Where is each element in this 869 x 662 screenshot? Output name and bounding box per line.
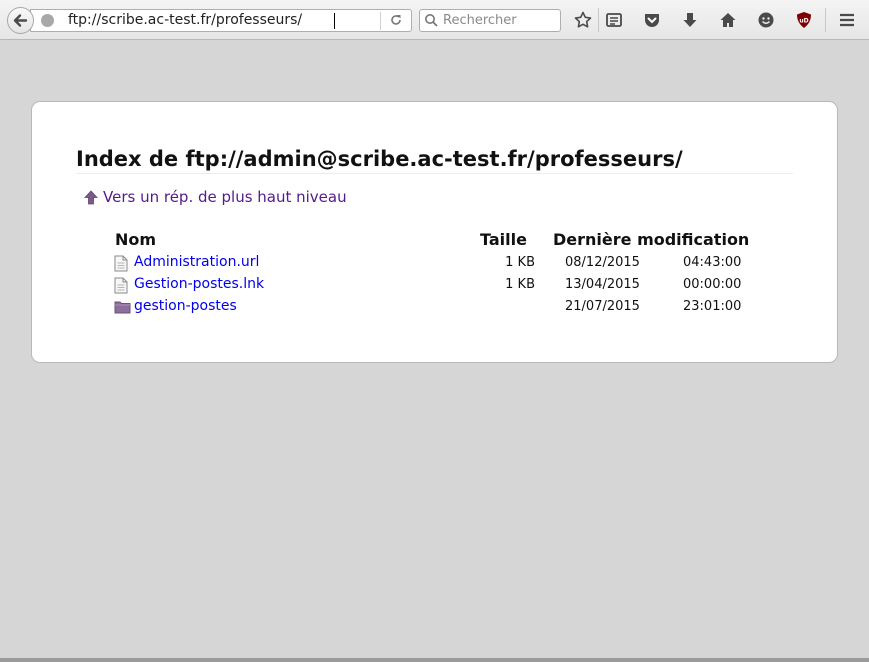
browser-toolbar: ftp://scribe.ac-test.fr/professeurs/ Rec… — [0, 0, 869, 40]
search-icon — [425, 14, 438, 27]
hamburger-menu-icon[interactable] — [837, 10, 857, 30]
up-arrow-icon — [84, 189, 98, 204]
url-separator — [380, 12, 381, 30]
file-date: 21/07/2015 — [565, 299, 640, 314]
search-field[interactable]: Rechercher — [419, 9, 561, 32]
pocket-icon[interactable] — [642, 10, 662, 30]
table-row: Gestion-postes.lnk 1 KB 13/04/2015 00:00… — [32, 275, 837, 297]
url-bar[interactable]: ftp://scribe.ac-test.fr/professeurs/ — [30, 9, 412, 32]
smiley-icon[interactable] — [756, 10, 776, 30]
folder-icon — [114, 301, 131, 314]
toolbar-separator — [598, 8, 599, 32]
file-size: 1 KB — [505, 277, 535, 292]
parent-directory-link[interactable]: Vers un rép. de plus haut niveau — [84, 188, 347, 206]
file-size: 1 KB — [505, 255, 535, 270]
window-bottom-edge — [0, 658, 869, 662]
column-header-modified[interactable]: Dernière modification — [553, 230, 749, 249]
file-link[interactable]: Gestion-postes.lnk — [134, 276, 264, 292]
folder-link[interactable]: gestion-postes — [134, 298, 237, 314]
table-row: gestion-postes 21/07/2015 23:01:00 — [32, 297, 837, 319]
file-time: 00:00:00 — [683, 277, 742, 292]
text-caret — [334, 13, 335, 29]
ublock-icon[interactable]: uD — [794, 10, 814, 30]
file-icon — [114, 277, 128, 294]
table-row: Administration.url 1 KB 08/12/2015 04:43… — [32, 253, 837, 275]
directory-listing-panel: Index de ftp://admin@scribe.ac-test.fr/p… — [31, 101, 838, 363]
reload-icon[interactable] — [389, 13, 403, 27]
title-divider — [76, 173, 793, 174]
search-placeholder: Rechercher — [443, 13, 517, 28]
file-icon — [114, 255, 128, 272]
download-icon[interactable] — [680, 10, 700, 30]
file-date: 08/12/2015 — [565, 255, 640, 270]
url-input[interactable]: ftp://scribe.ac-test.fr/professeurs/ — [68, 12, 302, 28]
page-title: Index de ftp://admin@scribe.ac-test.fr/p… — [76, 147, 683, 171]
file-link[interactable]: Administration.url — [134, 254, 259, 270]
file-time: 04:43:00 — [683, 255, 742, 270]
home-icon[interactable] — [718, 10, 738, 30]
file-time: 23:01:00 — [683, 299, 742, 314]
column-header-name[interactable]: Nom — [115, 230, 156, 249]
file-date: 13/04/2015 — [565, 277, 640, 292]
parent-directory-label: Vers un rép. de plus haut niveau — [103, 188, 347, 206]
reading-list-icon[interactable] — [604, 10, 624, 30]
globe-icon[interactable] — [41, 14, 54, 27]
bookmark-star-icon[interactable] — [573, 10, 593, 30]
column-header-size[interactable]: Taille — [480, 230, 527, 249]
ublock-badge: uD — [799, 18, 808, 25]
back-arrow-icon — [13, 14, 28, 27]
back-button[interactable] — [7, 7, 34, 34]
toolbar-separator — [825, 8, 826, 32]
